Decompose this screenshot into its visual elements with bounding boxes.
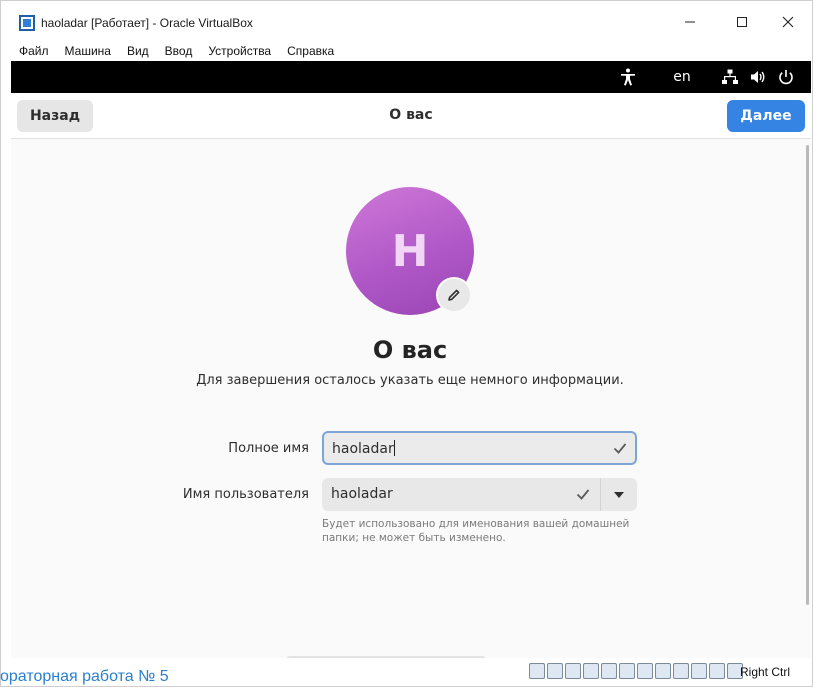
- maximize-button[interactable]: [720, 9, 764, 35]
- menu-devices[interactable]: Устройства: [208, 44, 271, 58]
- page-heading: О вас: [372, 336, 448, 364]
- menu-file[interactable]: Файл: [19, 44, 49, 58]
- avatar-initial: H: [391, 225, 429, 277]
- power-icon: [779, 70, 793, 85]
- maximize-icon: [737, 17, 747, 27]
- host-key-label: Right Ctrl: [740, 665, 791, 679]
- next-button[interactable]: Далее: [727, 100, 805, 132]
- virtualbox-window: haoladar [Работает] - Oracle VirtualBox …: [0, 0, 813, 687]
- network-adapter-icon[interactable]: [583, 663, 599, 679]
- disk-icon[interactable]: [547, 663, 563, 679]
- username-combobox[interactable]: haoladar: [322, 478, 637, 511]
- shared-folders-icon[interactable]: [619, 663, 635, 679]
- recording-icon[interactable]: [655, 663, 671, 679]
- checkmark-icon: [613, 443, 627, 454]
- virtualbox-app-icon: [19, 15, 35, 31]
- display-icon[interactable]: [637, 663, 653, 679]
- mouse-integration-icon[interactable]: [709, 663, 725, 679]
- back-button[interactable]: Назад: [17, 100, 93, 132]
- pencil-icon: [448, 289, 460, 301]
- menu-view[interactable]: Вид: [127, 44, 149, 58]
- menu-input[interactable]: Ввод: [165, 44, 193, 58]
- guest-top-bar: en: [11, 61, 811, 93]
- fullname-value: haoladar: [332, 441, 394, 457]
- optical-drive-icon[interactable]: [529, 663, 545, 679]
- volume-status[interactable]: [748, 67, 768, 87]
- accessibility-menu[interactable]: [618, 67, 638, 87]
- fullname-value-wrap: haoladar: [332, 440, 395, 457]
- cpu-icon[interactable]: [691, 663, 707, 679]
- username-hint: Будет использовано для именования вашей …: [322, 518, 630, 544]
- window-title: haoladar [Работает] - Oracle VirtualBox: [41, 16, 253, 30]
- menu-bar: Файл Машина Вид Ввод Устройства Справка: [1, 40, 812, 61]
- audio-icon[interactable]: [565, 663, 581, 679]
- power-menu[interactable]: [776, 67, 796, 87]
- host-background-text: ораторная работа № 5: [0, 668, 169, 685]
- menu-help[interactable]: Справка: [287, 44, 334, 58]
- page-subtitle: Для завершения осталось указать еще немн…: [196, 373, 624, 388]
- network-icon: [722, 69, 738, 84]
- fullname-field[interactable]: haoladar: [322, 431, 637, 465]
- status-icons: [529, 663, 743, 679]
- edit-avatar-button[interactable]: [436, 277, 472, 313]
- chevron-down-icon: [614, 491, 624, 498]
- network-status[interactable]: [720, 67, 740, 87]
- menu-machine[interactable]: Машина: [65, 44, 111, 58]
- close-button[interactable]: [766, 9, 810, 35]
- minimize-icon: [685, 21, 695, 23]
- virtualization-icon[interactable]: [673, 663, 689, 679]
- guest-screen[interactable]: en Назад О вас Далее H О вас Для заверше…: [11, 61, 811, 658]
- username-value[interactable]: haoladar: [331, 486, 393, 502]
- scrollbar[interactable]: [806, 145, 809, 605]
- text-cursor: [393, 440, 395, 456]
- close-icon: [782, 16, 794, 28]
- usb-icon[interactable]: [601, 663, 617, 679]
- volume-icon: [751, 71, 765, 83]
- username-dropdown-button[interactable]: [601, 478, 637, 511]
- checkmark-icon: [576, 489, 590, 500]
- accessibility-icon: [621, 68, 635, 86]
- minimize-button[interactable]: [668, 9, 712, 35]
- language-indicator[interactable]: en: [670, 67, 694, 87]
- title-bar[interactable]: haoladar [Работает] - Oracle VirtualBox: [1, 1, 812, 39]
- header-bar: Назад О вас Далее: [11, 93, 811, 139]
- header-title: О вас: [389, 107, 433, 123]
- username-label: Имя пользователя: [182, 487, 309, 502]
- fullname-label: Полное имя: [228, 441, 309, 456]
